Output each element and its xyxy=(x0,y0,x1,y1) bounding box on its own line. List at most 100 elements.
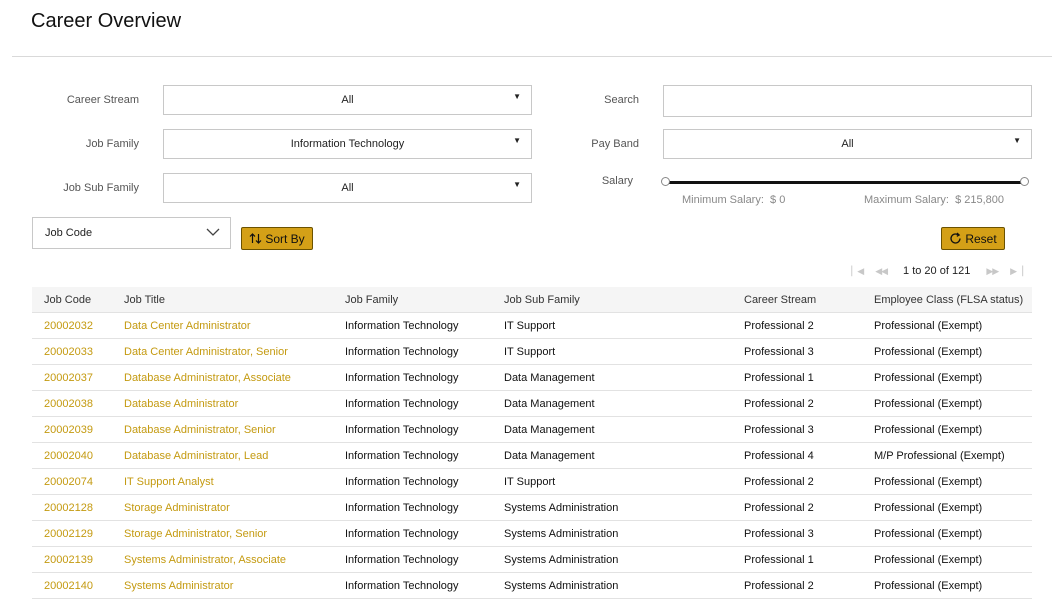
job-title-cell[interactable]: Systems Administrator xyxy=(112,572,333,599)
job-code-cell[interactable]: 20002128 xyxy=(32,494,112,521)
career-stream-cell: Professional 2 xyxy=(732,572,862,599)
job-code-cell[interactable]: 20002139 xyxy=(32,546,112,573)
employee-class-cell: M/P Professional (Exempt) xyxy=(862,442,1032,469)
career-stream-label: Career Stream xyxy=(66,94,139,106)
career-stream-cell: Professional 3 xyxy=(732,338,862,365)
job-code-cell[interactable]: 20002038 xyxy=(32,390,112,417)
job-title-cell[interactable]: Database Administrator xyxy=(112,390,333,417)
job-family-cell: Information Technology xyxy=(333,416,492,443)
job-title-cell[interactable]: Data Center Administrator xyxy=(112,312,333,339)
job-sub-family-cell: IT Support xyxy=(492,468,732,495)
job-sub-family-cell: Systems Administration xyxy=(492,546,732,573)
job-code-cell[interactable]: 20002037 xyxy=(32,364,112,391)
column-header-job-code[interactable]: Job Code xyxy=(32,287,112,313)
caret-down-icon: ▼ xyxy=(513,180,521,189)
job-code-cell[interactable]: 20002039 xyxy=(32,416,112,443)
sort-by-button[interactable]: Sort By xyxy=(241,227,313,250)
job-code-cell[interactable]: 20002140 xyxy=(32,572,112,599)
job-code-cell[interactable]: 20002040 xyxy=(32,442,112,469)
employee-class-cell: Professional (Exempt) xyxy=(862,572,1032,599)
job-family-label: Job Family xyxy=(85,138,139,150)
refresh-icon xyxy=(950,232,961,244)
job-sub-family-cell: Data Management xyxy=(492,442,732,469)
job-family-cell: Information Technology xyxy=(333,468,492,495)
max-salary-value: $ 215,800 xyxy=(955,194,1005,206)
pagination-info: 1 to 20 of 121 xyxy=(903,265,971,277)
search-input[interactable] xyxy=(664,86,1031,116)
job-title-cell[interactable]: Storage Administrator, Senior xyxy=(112,520,333,547)
table-row[interactable]: 20002074 IT Support Analyst Information Te… xyxy=(32,468,1032,495)
job-code-cell[interactable]: 20002074 xyxy=(32,468,112,495)
career-stream-cell: Professional 2 xyxy=(732,494,862,521)
search-field-wrapper xyxy=(663,85,1032,117)
job-sub-family-label: Job Sub Family xyxy=(63,182,139,194)
job-title-cell[interactable]: Database Administrator, Associate xyxy=(112,364,333,391)
table-row[interactable]: 20002032 Data Center Administrator Informa… xyxy=(32,312,1032,339)
max-salary-label: Maximum Salary: xyxy=(864,194,949,206)
job-family-cell: Information Technology xyxy=(333,390,492,417)
job-family-value: Information Technology xyxy=(290,138,405,150)
first-page-icon[interactable]: ▏◀ xyxy=(851,266,864,277)
job-family-cell: Information Technology xyxy=(333,442,492,469)
career-stream-cell: Professional 2 xyxy=(732,390,862,417)
column-header-job-family[interactable]: Job Family xyxy=(333,287,492,313)
next-page-icon[interactable]: ▶▶ xyxy=(986,266,999,277)
job-family-cell: Information Technology xyxy=(333,494,492,521)
table-row[interactable]: 20002128 Storage Administrator Information… xyxy=(32,494,1032,521)
job-family-cell: Information Technology xyxy=(333,572,492,599)
employee-class-cell: Professional (Exempt) xyxy=(862,468,1032,495)
table-row[interactable]: 20002129 Storage Administrator, Senior Inf… xyxy=(32,520,1032,547)
job-sub-family-cell: Data Management xyxy=(492,390,732,417)
table-row[interactable]: 20002140 Systems Administrator Information… xyxy=(32,572,1032,599)
job-code-cell[interactable]: 20002129 xyxy=(32,520,112,547)
job-code-cell[interactable]: 20002032 xyxy=(32,312,112,339)
job-sub-family-select[interactable]: All ▼ xyxy=(163,173,532,203)
career-stream-select[interactable]: All ▼ xyxy=(163,85,532,115)
table-row[interactable]: 20002033 Data Center Administrator, Senio… xyxy=(32,338,1032,365)
job-title-cell[interactable]: Database Administrator, Lead xyxy=(112,442,333,469)
table-row[interactable]: 20002038 Database Administrator Informatio… xyxy=(32,390,1032,417)
job-sub-family-cell: Systems Administration xyxy=(492,572,732,599)
reset-label: Reset xyxy=(965,231,997,246)
job-sub-family-cell: IT Support xyxy=(492,338,732,365)
career-stream-cell: Professional 4 xyxy=(732,442,862,469)
salary-slider-track[interactable] xyxy=(666,181,1024,184)
page-title: Career Overview xyxy=(31,10,182,32)
table-row[interactable]: 20002037 Database Administrator, Associat… xyxy=(32,364,1032,391)
job-sub-family-cell: Systems Administration xyxy=(492,494,732,521)
job-code-cell[interactable]: 20002033 xyxy=(32,338,112,365)
search-label: Search xyxy=(604,94,639,106)
employee-class-cell: Professional (Exempt) xyxy=(862,520,1032,547)
caret-down-icon: ▼ xyxy=(513,136,521,145)
table-row[interactable]: 20002040 Database Administrator, Lead Info… xyxy=(32,442,1032,469)
job-family-select[interactable]: Information Technology ▼ xyxy=(163,129,532,159)
previous-page-icon[interactable]: ◀◀ xyxy=(875,266,888,277)
table-row[interactable]: 20002039 Database Administrator, Senior In… xyxy=(32,416,1032,443)
last-page-icon[interactable]: ▶▕ xyxy=(1010,266,1023,277)
column-header-employee-class[interactable]: Employee Class (FLSA status) xyxy=(862,287,1032,313)
pay-band-label: Pay Band xyxy=(591,138,639,150)
table-row[interactable]: 20002139 Systems Administrator, Associate… xyxy=(32,546,1032,573)
chevron-down-icon xyxy=(206,228,220,236)
job-title-cell[interactable]: Systems Administrator, Associate xyxy=(112,546,333,573)
job-title-cell[interactable]: IT Support Analyst xyxy=(112,468,333,495)
employee-class-cell: Professional (Exempt) xyxy=(862,312,1032,339)
sort-field-select[interactable]: Job Code xyxy=(32,217,231,249)
pay-band-select[interactable]: All ▼ xyxy=(663,129,1032,159)
job-title-cell[interactable]: Storage Administrator xyxy=(112,494,333,521)
job-title-cell[interactable]: Database Administrator, Senior xyxy=(112,416,333,443)
job-title-cell[interactable]: Data Center Administrator, Senior xyxy=(112,338,333,365)
job-family-cell: Information Technology xyxy=(333,312,492,339)
salary-max-handle[interactable] xyxy=(1020,177,1029,186)
job-sub-family-cell: Systems Administration xyxy=(492,520,732,547)
column-header-job-title[interactable]: Job Title xyxy=(112,287,333,313)
salary-min-handle[interactable] xyxy=(661,177,670,186)
caret-down-icon: ▼ xyxy=(513,92,521,101)
job-family-cell: Information Technology xyxy=(333,338,492,365)
column-header-career-stream[interactable]: Career Stream xyxy=(732,287,862,313)
employee-class-cell: Professional (Exempt) xyxy=(862,416,1032,443)
career-stream-cell: Professional 2 xyxy=(732,468,862,495)
reset-button[interactable]: Reset xyxy=(941,227,1005,250)
job-sub-family-cell: Data Management xyxy=(492,364,732,391)
column-header-job-sub-family[interactable]: Job Sub Family xyxy=(492,287,732,313)
